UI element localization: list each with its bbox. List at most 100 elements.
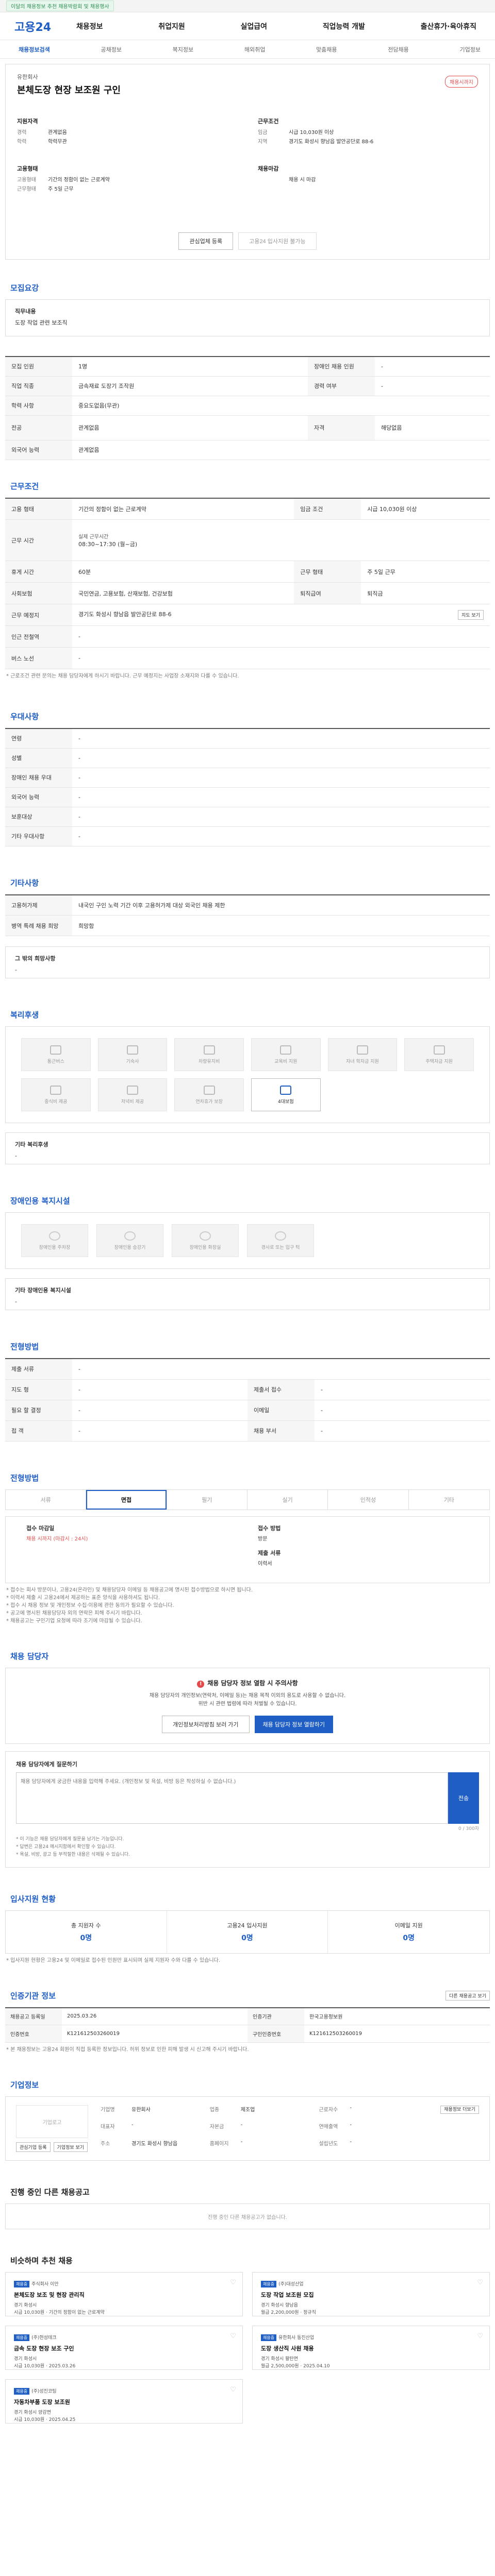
welfare-icon <box>50 1045 62 1055</box>
subnav-item[interactable]: 채용정보검색 <box>19 45 50 54</box>
stat-label: 고용24 입사지원 <box>227 1922 268 1929</box>
card-title[interactable]: 도장 작업 보조원 모집 <box>261 2291 481 2299</box>
apply-disabled-button[interactable]: 고용24 입사지원 불가능 <box>238 232 317 250</box>
info-value: - <box>350 2139 352 2145</box>
recommend-card[interactable]: ♡ 채용중 (주)현성테크 금속 도장 현장 보조 구인 경기 화성시 시급 10,030… <box>5 2326 243 2370</box>
job-description-text: 도장 작업 관련 보조직 <box>15 319 68 326</box>
card-meta: 월급 2,500,000원 · 2025.04.10 <box>261 2364 330 2369</box>
heart-icon[interactable]: ♡ <box>230 2386 236 2394</box>
welfare-item-label: 교육비 지원 <box>274 1059 298 1064</box>
cell-key: 장애인 채용 인원 <box>308 357 375 377</box>
kv-key: 고용형태 <box>17 177 36 183</box>
gnb-item[interactable]: 직업능력 개발 <box>323 21 365 31</box>
subnav-item[interactable]: 맞춤채용 <box>316 45 337 54</box>
parking-icon <box>49 1231 60 1241</box>
card-title[interactable]: 도장 생산직 사원 채용 <box>261 2344 481 2352</box>
heart-icon[interactable]: ♡ <box>230 2279 236 2286</box>
recommend-card[interactable]: ♡ 채용중 주식회사 이안 본체도장 보조 및 현장 관리직 경기 화성시 시급 10,0… <box>5 2272 243 2316</box>
recommend-card[interactable]: ♡ 채용중 (주)성진코팅 자동차부품 도장 보조원 경기 화성시 양감면 시급 10,0… <box>5 2379 243 2424</box>
company-interest-button[interactable]: 관심기업 등록 <box>16 2142 51 2152</box>
subnav-item[interactable]: 공채정보 <box>101 45 121 54</box>
cell-key: 퇴직급여 <box>294 582 361 604</box>
company-info-panel: 기업로고 관심기업 등록 기업정보 보기 기업명 유한회사 업종 제조업 근로자수 -… <box>5 2096 490 2161</box>
recommend-card[interactable]: ♡ 채용중 (주)대성산업 도장 작업 보조원 모집 경기 화성시 향남읍 월급 2,20… <box>252 2272 490 2316</box>
recommend-card[interactable]: ♡ 채용중 유한회사 동진산업 도장 생산직 사원 채용 경기 화성시 팔탄면 월급 2,… <box>252 2326 490 2370</box>
info-value: - <box>240 2122 243 2128</box>
more-jobs-button[interactable]: 채용정보 더보기 <box>440 2106 479 2114</box>
site-logo[interactable]: 고용24 <box>14 18 76 35</box>
welfare-item: 연차휴가 보장 <box>174 1078 244 1111</box>
cell-value: 60분 <box>72 561 294 583</box>
cell-value: K121612503260019 <box>62 2025 248 2043</box>
process-info-table: 제출 서류 - 지도 형 - 제출서 접수 - 필요 할 결정 - 이메일 - 접 객 - 채용 … <box>5 1358 490 1442</box>
restroom-icon <box>200 1231 211 1241</box>
cell-value: 관계없음 <box>72 415 308 440</box>
cell-value: 기간의 정함이 없는 근로계약 <box>72 498 294 520</box>
section-title-process-info: 전형방법 <box>10 1342 39 1351</box>
welfare-item-label: 중식비 제공 <box>44 1099 68 1105</box>
card-title[interactable]: 본체도장 보조 및 현장 관리직 <box>14 2291 234 2299</box>
disability-item: 장애인용 화장실 <box>172 1224 239 1257</box>
cell-key: 이메일 <box>248 1400 315 1421</box>
cell-value: - <box>72 1379 248 1400</box>
cell-value: 한국고용정보원 <box>304 2007 490 2025</box>
subnav-item[interactable]: 전담채용 <box>388 45 408 54</box>
stat-value: 0명 <box>241 1934 253 1942</box>
qa-send-button[interactable]: 전송 <box>448 1772 479 1824</box>
welfare-item: 저녁비 제공 <box>97 1078 168 1111</box>
top-banner-badge[interactable]: 이달의 채용정보 추천 채용박람회 및 채용행사 <box>6 1 114 11</box>
cell-value: 중요도없음(무관) <box>72 396 490 416</box>
map-button[interactable]: 지도 보기 <box>458 610 484 620</box>
info-key: 업종 <box>209 2107 220 2113</box>
kv-value: 경기도 화성시 향남읍 발안공단로 88-6 <box>289 139 374 145</box>
cell-key: 병역 특례 채용 희망 <box>5 915 72 936</box>
status-badge: 채용중 <box>14 2334 30 2341</box>
cell-key: 제출 서류 <box>5 1359 72 1380</box>
heart-icon[interactable]: ♡ <box>230 2332 236 2340</box>
cell-key: 고용 형태 <box>5 498 72 520</box>
disability-item-label: 장애인용 승강기 <box>114 1245 146 1250</box>
interest-button[interactable]: 관심업체 등록 <box>178 232 234 250</box>
company-name[interactable]: 유한회사 <box>17 73 478 81</box>
welfare-item-label: 차량유지비 <box>198 1059 220 1064</box>
qa-input[interactable] <box>16 1772 448 1824</box>
company-info-button[interactable]: 기업정보 보기 <box>53 2142 88 2152</box>
kv-value: 시급 10,030원 이상 <box>289 130 334 135</box>
counselor-desc: 위반 시 관련 법령에 따라 처벌될 수 있습니다. <box>198 1701 297 1707</box>
process-method-tab: 서류 <box>6 1489 87 1510</box>
gnb-item[interactable]: 채용정보 <box>76 21 103 31</box>
job-title: 본체도장 현장 보조원 구인 <box>17 85 121 96</box>
heart-icon[interactable]: ♡ <box>477 2332 483 2340</box>
cell-key: 외국어 능력 <box>5 440 72 460</box>
card-company: 주식회사 이안 <box>31 2282 59 2287</box>
cell-value: - <box>315 1400 490 1421</box>
view-counselor-button[interactable]: 채용 담당자 정보 열람하기 <box>254 1715 334 1733</box>
cell-value: - <box>72 647 490 669</box>
welfare-item-label: 통근버스 <box>47 1059 64 1064</box>
subnav-item[interactable]: 복지정보 <box>173 45 193 54</box>
subnav-item[interactable]: 해외취업 <box>244 45 265 54</box>
gnb-item[interactable]: 출산휴가·육아휴직 <box>421 21 476 31</box>
apply-method-value: 방문 <box>258 1536 268 1542</box>
gnb-item[interactable]: 실업급여 <box>241 21 268 31</box>
card-title[interactable]: 자동차부품 도장 보조원 <box>14 2398 234 2406</box>
cell-key: 고용허가제 <box>5 894 72 916</box>
subnav-item[interactable]: 기업정보 <box>459 45 480 54</box>
welfare-item: 차량유지비 <box>174 1038 244 1071</box>
stat-label: 이메일 지원 <box>394 1922 423 1929</box>
heart-icon[interactable]: ♡ <box>477 2279 483 2286</box>
stat-label: 총 지원자 수 <box>71 1922 101 1929</box>
kv-key: 학력 <box>17 139 27 145</box>
cell-value: 실제 근무시간 <box>78 534 109 540</box>
privacy-policy-button[interactable]: 개인정보처리방침 보러 가기 <box>161 1715 250 1733</box>
work-table: 고용 형태 기간의 정함이 없는 근로계약 임금 조건 시급 10,030원 이상 근… <box>5 497 490 669</box>
disability-grid: 장애인용 주차장 장애인용 승강기 장애인용 화장실 경사로 또는 입구 턱 <box>5 1212 490 1269</box>
stats-note: * 입사지원 현황은 고용24 및 이메일로 접수된 인원만 표시되며 실제 지… <box>6 1957 221 1963</box>
cell-value: - <box>315 1420 490 1442</box>
card-title[interactable]: 금속 도장 현장 보조 구인 <box>14 2344 234 2352</box>
gnb-item[interactable]: 취업지원 <box>158 21 185 31</box>
etc-extra-box: 그 밖의 희망사항 - <box>5 946 490 978</box>
stat-item: 총 지원자 수 0명 <box>6 1910 167 1953</box>
other-postings-button[interactable]: 다른 채용공고 보기 <box>446 1990 490 2001</box>
apply-deadline-label: 접수 마감일 <box>26 1524 55 1532</box>
